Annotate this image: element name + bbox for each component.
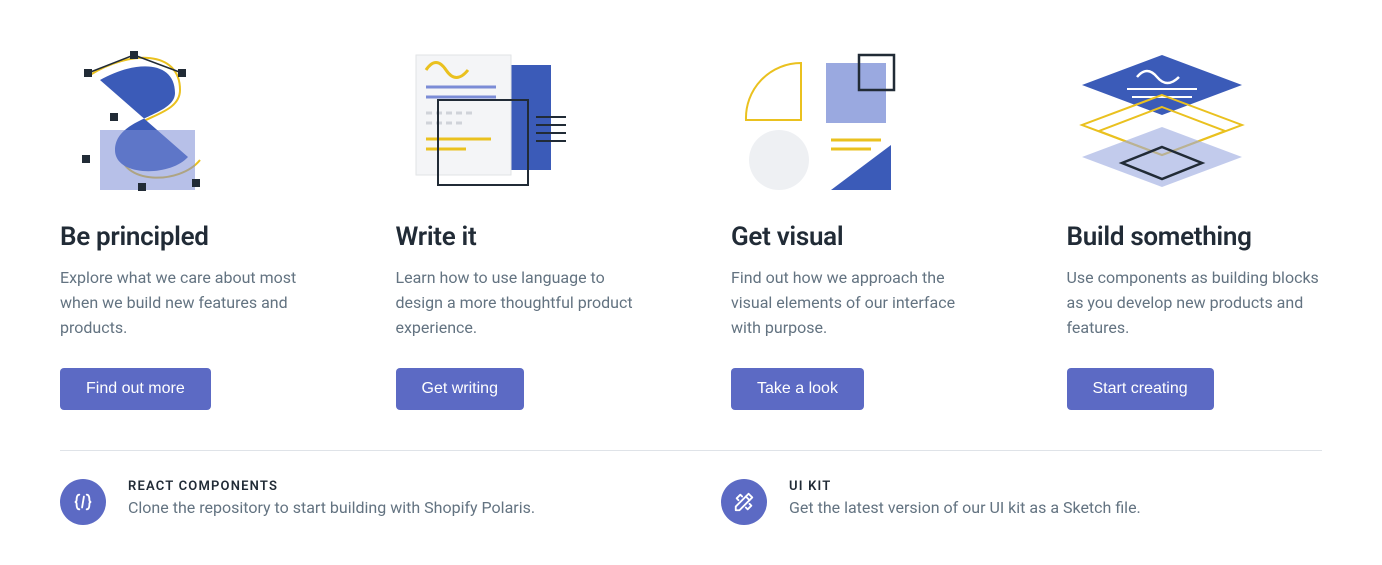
resource-description: Clone the repository to start building w… <box>128 498 535 517</box>
card-description: Find out how we approach the visual elem… <box>731 266 987 344</box>
card-write-it: Write it Learn how to use language to de… <box>396 40 652 410</box>
card-title: Build something <box>1067 222 1323 252</box>
resource-label: REACT COMPONENTS <box>128 479 535 494</box>
resource-ui-kit[interactable]: UI KIT Get the latest version of our UI … <box>721 479 1322 525</box>
resources-row: REACT COMPONENTS Clone the repository to… <box>60 479 1322 525</box>
resource-text: UI KIT Get the latest version of our UI … <box>789 479 1141 517</box>
get-writing-button[interactable]: Get writing <box>396 368 524 410</box>
code-brackets-icon <box>60 479 106 525</box>
card-title: Get visual <box>731 222 987 252</box>
card-title: Be principled <box>60 222 316 252</box>
start-creating-button[interactable]: Start creating <box>1067 368 1214 410</box>
card-description: Use components as building blocks as you… <box>1067 266 1323 344</box>
divider <box>60 450 1322 451</box>
illustration-shapes <box>731 40 987 200</box>
illustration-document <box>396 40 652 200</box>
pencil-ruler-icon <box>721 479 767 525</box>
take-a-look-button[interactable]: Take a look <box>731 368 864 410</box>
feature-cards-row: Be principled Explore what we care about… <box>60 40 1322 410</box>
illustration-s-vector <box>60 40 316 200</box>
card-description: Learn how to use language to design a mo… <box>396 266 652 344</box>
card-description: Explore what we care about most when we … <box>60 266 316 344</box>
resource-description: Get the latest version of our UI kit as … <box>789 498 1141 517</box>
resource-text: REACT COMPONENTS Clone the repository to… <box>128 479 535 517</box>
card-get-visual: Get visual Find out how we approach the … <box>731 40 987 410</box>
illustration-layers <box>1067 40 1323 200</box>
resource-react-components[interactable]: REACT COMPONENTS Clone the repository to… <box>60 479 661 525</box>
card-title: Write it <box>396 222 652 252</box>
find-out-more-button[interactable]: Find out more <box>60 368 211 410</box>
card-build-something: Build something Use components as buildi… <box>1067 40 1323 410</box>
card-be-principled: Be principled Explore what we care about… <box>60 40 316 410</box>
resource-label: UI KIT <box>789 479 1141 494</box>
